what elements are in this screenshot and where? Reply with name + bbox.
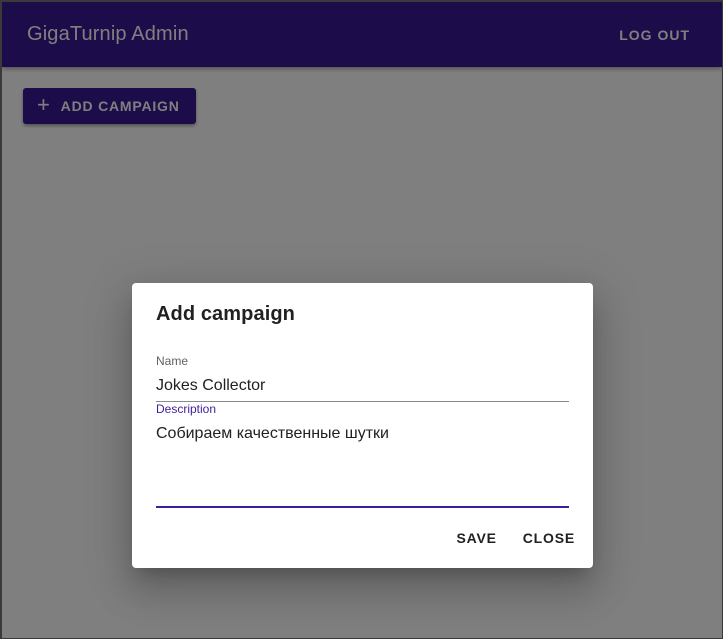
app-window: GigaTurnip Admin LOG OUT + ADD CAMPAIGN … xyxy=(0,0,723,639)
description-input[interactable]: Собираем качественные шутки xyxy=(156,425,569,443)
dialog-title: Add campaign xyxy=(156,303,295,325)
dialog-actions: SAVE CLOSE xyxy=(446,522,585,554)
description-field-label: Description xyxy=(156,402,217,416)
description-field: Description Собираем качественные шутки xyxy=(156,402,569,508)
save-button[interactable]: SAVE xyxy=(446,522,506,554)
name-field-label: Name xyxy=(156,354,189,368)
name-input[interactable] xyxy=(156,377,569,395)
name-field: Name xyxy=(156,354,569,402)
add-campaign-dialog: Add campaign Name Description Собираем к… xyxy=(132,283,593,568)
description-field-underline xyxy=(156,506,569,508)
close-button[interactable]: CLOSE xyxy=(513,522,585,554)
